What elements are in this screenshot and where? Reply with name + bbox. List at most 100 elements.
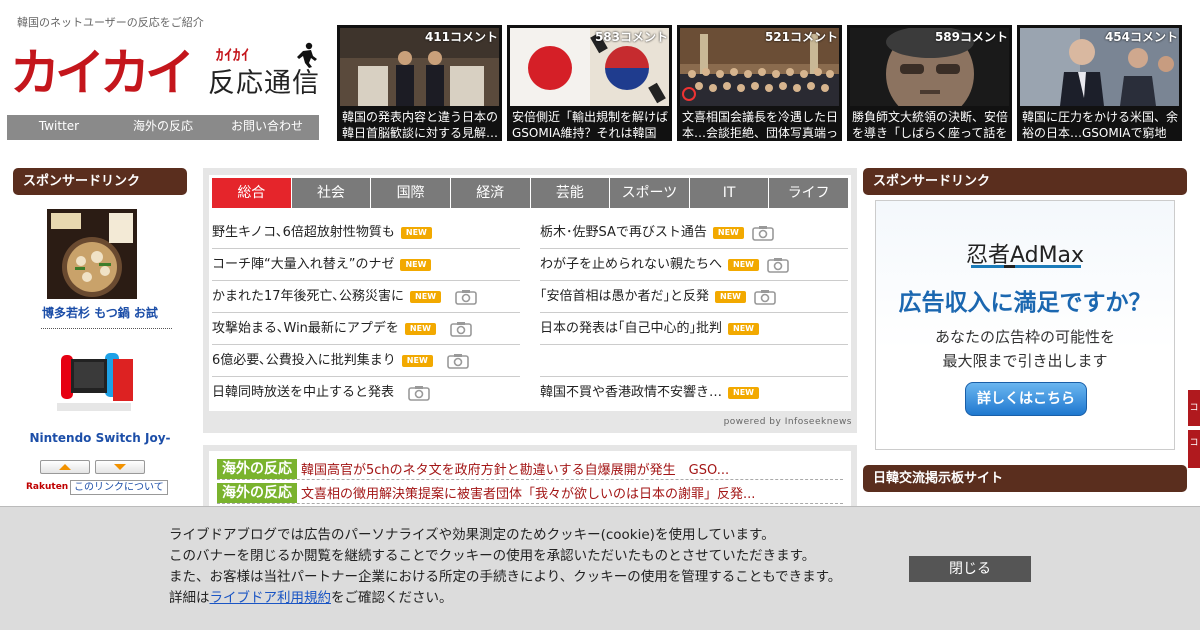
switch-ad-image[interactable] (47, 345, 137, 413)
camera-icon (450, 321, 472, 337)
admax-body-line: 最大限まで引き出します (942, 352, 1108, 370)
camera-icon (408, 385, 430, 401)
powered-by: powered by Infoseeknews (723, 417, 852, 427)
news-column-left: 野生キノコ､6倍超放射性物質も NEW コーチ陣“大量入れ替え”のナゼ NEW かま… (212, 217, 520, 409)
site-logo[interactable]: カイカイ ｶｲｶｲ 反応通信 (10, 42, 320, 104)
tab-it[interactable]: IT (689, 178, 769, 208)
right-sponsor-heading: スポンサードリンク (863, 168, 1187, 195)
motsunabe-ad-image[interactable] (47, 209, 137, 299)
new-badge: NEW (728, 386, 759, 399)
admax-ad[interactable]: 忍者AdMax 広告収入に満足ですか？ あなたの広告枠の可能性を 最大限まで引き… (875, 200, 1175, 450)
new-badge: NEW (728, 322, 759, 335)
comment-count: 521コメント (764, 30, 838, 44)
featured-card[interactable]: 583コメント 安倍側近「輸出規制を解けばGSOMIA維持？それは韓国側 (507, 25, 672, 141)
camera-icon (767, 257, 789, 273)
tab-international[interactable]: 国際 (371, 178, 450, 208)
category-tabs: 総合 社会 国際 経済 芸能 スポーツ IT ライフ (212, 178, 848, 208)
admax-body-line: あなたの広告枠の可能性を (934, 328, 1115, 346)
featured-card[interactable]: 411コメント 韓国の発表内容と違う日本の韓日首脳歓談に対する見解… (337, 25, 502, 141)
camera-icon (754, 289, 776, 305)
nav-twitter[interactable]: Twitter (7, 115, 111, 140)
next-ad-button[interactable] (95, 460, 145, 474)
news-headline: 日本の発表は｢自己中心的｣批判 (540, 321, 723, 336)
overseas-link[interactable]: 文喜相の徴用解決策提案に被害者団体「我々が欲しいのは日本の謝罪」反発... (301, 483, 755, 502)
news-headline: 6億必要､公費投入に批判集まり (212, 353, 396, 368)
about-link[interactable]: このリンクについて (70, 480, 168, 495)
admax-details-button[interactable]: 詳しくはこちら (965, 382, 1087, 416)
new-badge: NEW (728, 258, 759, 271)
featured-card[interactable]: 589コメント 勝負師文大統領の決断、安倍を導き「しばらく座って話を (847, 25, 1012, 141)
edge-tab[interactable]: コ (1188, 390, 1200, 426)
news-item[interactable]: 日本の発表は｢自己中心的｣批判 NEW (540, 313, 848, 345)
news-headline: 韓国不買や香港政情不安響き… (540, 385, 723, 400)
nav-contact[interactable]: お問い合わせ (215, 115, 319, 140)
overseas-item[interactable]: 海外の反応 韓国高官が5chのネタ文を政府方針と勘違いする自爆展開が発生 GSO.… (217, 458, 843, 480)
news-item[interactable]: かまれた17年後死亡､公務災害に NEW (212, 281, 520, 313)
switch-ad-link[interactable]: Nintendo Switch Joy- (13, 431, 187, 445)
camera-icon (455, 289, 477, 305)
news-headline: 栃木･佐野SAで再びスト通告 (540, 225, 707, 240)
tab-society[interactable]: 社会 (291, 178, 371, 208)
terms-link[interactable]: ライブドア利用規約 (210, 590, 332, 606)
tab-sports[interactable]: スポーツ (610, 178, 689, 208)
nav-overseas[interactable]: 海外の反応 (111, 115, 215, 140)
comment-count: 589コメント (934, 30, 1008, 44)
overseas-item[interactable]: 海外の反応 文喜相の徴用解決策提案に被害者団体「我々が欲しいのは日本の謝罪」反発.… (217, 482, 843, 504)
camera-icon (446, 353, 469, 369)
tab-economy[interactable]: 経済 (450, 178, 530, 208)
admax-body: あなたの広告枠の可能性を 最大限まで引き出します (876, 325, 1174, 373)
news-headline: わが子を止められない親たちへ (540, 257, 723, 272)
left-sponsor-heading: スポンサードリンク (13, 168, 187, 195)
featured-title: 勝負師文大統領の決断、安倍を導き「しばらく座って話を (852, 110, 1008, 140)
news-item[interactable]: 韓国不買や香港政情不安響き… NEW (540, 377, 848, 409)
overseas-link[interactable]: 韓国高官が5chのネタ文を政府方針と勘違いする自爆展開が発生 GSO... (301, 459, 729, 478)
admax-logo-bar (971, 265, 1081, 268)
news-item[interactable]: コーチ陣“大量入れ替え”のナゼ NEW (212, 249, 520, 281)
featured-articles: 411コメント 韓国の発表内容と違う日本の韓日首脳歓談に対する見解… 583コメ… (337, 25, 1182, 141)
cookie-line: このバナーを閉じるか閲覧を継続することでクッキーの使用を承認いただいたものとさせ… (169, 548, 816, 564)
comment-count: 454コメント (1104, 30, 1178, 44)
news-headline: 日韓同時放送を中止すると発表 (212, 385, 395, 400)
overseas-tag: 海外の反応 (217, 482, 297, 503)
featured-card[interactable]: 521コメント 文喜相国会議長を冷遇した日本…会談拒絶、団体写真端っ (677, 25, 842, 141)
new-badge: NEW (404, 322, 436, 335)
logo-kana-text: ｶｲｶｲ (216, 46, 251, 64)
news-item[interactable]: 攻撃始まる､Win最新にアプデを NEW (212, 313, 520, 345)
cookie-line: 詳細はライブドア利用規約をご確認ください。 (169, 588, 889, 609)
tab-life[interactable]: ライフ (769, 178, 848, 208)
featured-title: 安倍側近「輸出規制を解けばGSOMIA維持？それは韓国側 (512, 110, 668, 140)
news-item[interactable]: 日韓同時放送を中止すると発表 (212, 377, 520, 409)
news-item[interactable]: ｢安倍首相は愚か者だ｣と反発 NEW (540, 281, 848, 313)
new-badge: NEW (400, 258, 432, 271)
prev-ad-button[interactable] (40, 460, 90, 474)
jk-board-heading: 日韓交流掲示板サイト (863, 465, 1187, 492)
news-item[interactable]: 栃木･佐野SAで再びスト通告 NEW (540, 217, 848, 249)
admax-headline: 広告収入に満足ですか？ (898, 290, 1152, 316)
new-badge: NEW (410, 290, 442, 303)
tab-general[interactable]: 総合 (212, 178, 291, 208)
news-item[interactable]: 野生キノコ､6倍超放射性物質も NEW (212, 217, 520, 249)
motsunabe-ad-link[interactable]: 博多若杉 もつ鍋 お試 (13, 304, 187, 321)
news-headline: コーチ陣“大量入れ替え”のナゼ (212, 257, 395, 272)
news-item[interactable]: 6億必要､公費投入に批判集まり NEW (212, 345, 520, 377)
featured-title: 韓国に圧力をかける米国、余裕の日本…GSOMIAで窮地に (1022, 110, 1178, 140)
news-headline: 野生キノコ､6倍超放射性物質も (212, 225, 395, 240)
cookie-close-button[interactable]: 閉じる (909, 556, 1031, 582)
overseas-tag: 海外の反応 (217, 458, 297, 479)
new-badge: NEW (400, 226, 432, 239)
overseas-list: 海外の反応 韓国高官が5chのネタ文を政府方針と勘違いする自爆展開が発生 GSO.… (203, 445, 857, 507)
runner-icon (297, 42, 317, 68)
cookie-line: また、お客様は当社パートナー企業における所定の手続きにより、クッキーの使用を管理… (169, 569, 842, 585)
news-headline: 攻撃始まる､Win最新にアプデを (212, 321, 399, 336)
news-item[interactable]: わが子を止められない親たちへ NEW (540, 249, 848, 281)
tab-entertainment[interactable]: 芸能 (530, 178, 610, 208)
featured-card[interactable]: 454コメント 韓国に圧力をかける米国、余裕の日本…GSOMIAで窮地に (1017, 25, 1182, 141)
overseas-inner: 海外の反応 韓国高官が5chのネタ文を政府方針と勘違いする自爆展開が発生 GSO.… (209, 451, 851, 507)
rakuten-logo: Rakuten (26, 482, 69, 492)
comment-count: 411コメント (424, 30, 498, 44)
new-badge: NEW (712, 226, 744, 239)
news-headline: かまれた17年後死亡､公務災害に (212, 289, 405, 304)
logo-sub-text: 反応通信 (208, 68, 320, 99)
news-widget-inner: 総合 社会 国際 経済 芸能 スポーツ IT ライフ 野生キノコ､6倍超放射性物… (209, 175, 851, 411)
edge-tab[interactable]: コ (1188, 430, 1200, 468)
